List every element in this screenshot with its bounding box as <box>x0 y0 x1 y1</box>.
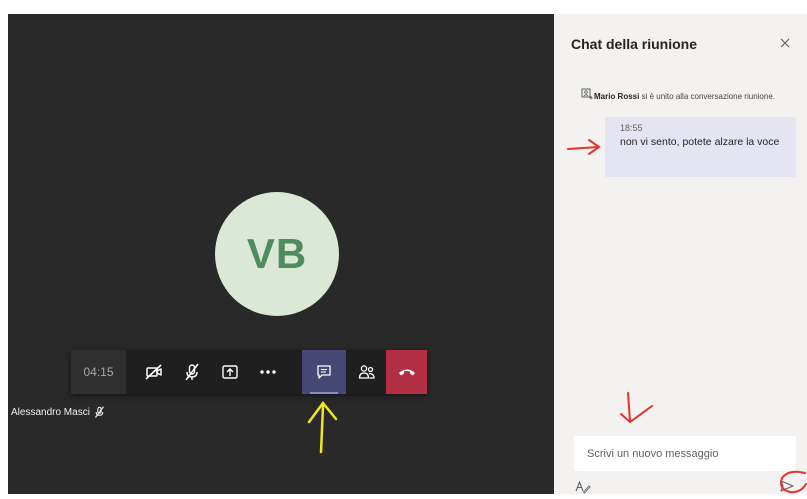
chat-message: 18:55 non vi sento, potete alzare la voc… <box>605 117 796 177</box>
close-icon <box>780 38 790 48</box>
camera-off-icon <box>145 364 162 380</box>
hang-up-button[interactable] <box>386 350 427 394</box>
message-timestamp: 18:55 <box>620 123 643 133</box>
mic-off-icon <box>185 363 199 381</box>
send-button[interactable] <box>779 478 795 494</box>
avatar: VB <box>215 192 339 316</box>
compose-message-input[interactable]: Scrivi un nuovo messaggio <box>574 436 796 471</box>
mic-off-icon <box>94 406 104 418</box>
call-toolbar: 04:15 <box>71 350 427 394</box>
meeting-stage: VB 04:15 Alessandro Masci <box>8 14 554 494</box>
close-panel-button[interactable] <box>776 34 794 52</box>
system-message-text: si è unito alla conversazione riunione. <box>641 92 775 101</box>
more-dots-icon <box>260 370 276 374</box>
format-text-icon <box>575 480 591 494</box>
panel-title: Chat della riunione <box>571 36 698 52</box>
more-options-button[interactable] <box>249 350 287 394</box>
show-participants-button[interactable] <box>348 350 386 394</box>
toggle-camera-button[interactable] <box>135 350 173 394</box>
toggle-mic-button[interactable] <box>173 350 211 394</box>
chat-panel: Chat della riunione Mario Rossi si è uni… <box>554 14 807 494</box>
participant-label: Alessandro Masci <box>11 406 105 418</box>
phone-hangup-icon <box>398 369 415 376</box>
chat-icon <box>317 365 331 379</box>
call-timer: 04:15 <box>71 350 126 394</box>
share-screen-icon <box>222 365 238 379</box>
participants-icon <box>358 365 375 379</box>
system-message: Mario Rossi si è unito alla conversazion… <box>594 91 794 102</box>
message-text: non vi sento, potete alzare la voce <box>620 136 780 148</box>
participant-name: Alessandro Masci <box>11 406 90 418</box>
show-chat-button[interactable] <box>302 350 346 394</box>
participant-join-icon <box>581 88 593 100</box>
format-button[interactable] <box>575 480 591 494</box>
system-message-name: Mario Rossi <box>594 92 640 101</box>
share-screen-button[interactable] <box>211 350 249 394</box>
send-icon <box>780 480 794 492</box>
